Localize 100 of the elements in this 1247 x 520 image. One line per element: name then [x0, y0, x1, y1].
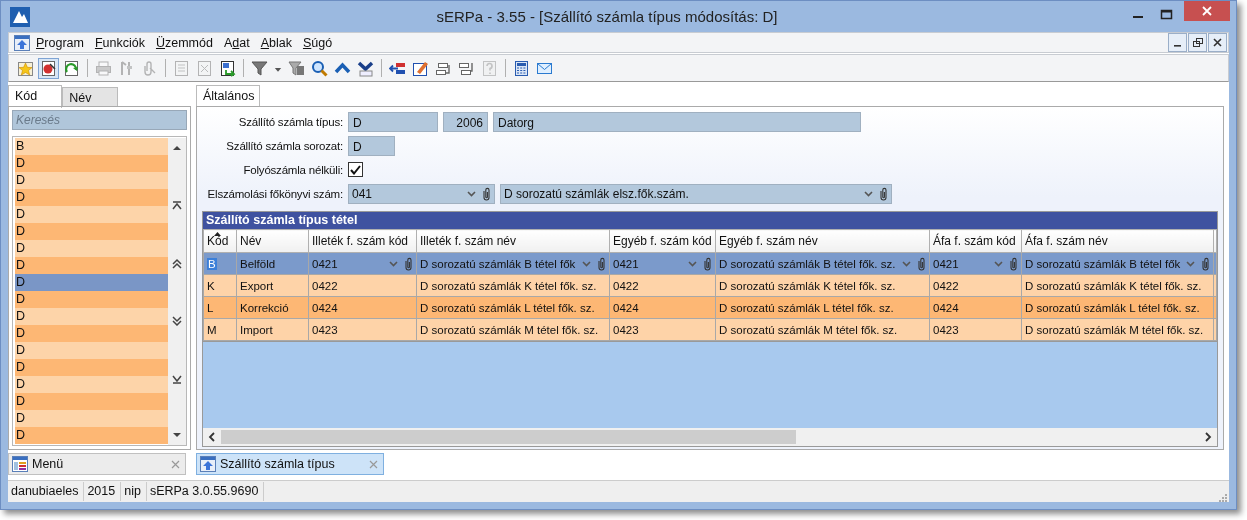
chevron-down-icon[interactable]: [864, 190, 873, 197]
document-tab[interactable]: Menü: [8, 453, 186, 475]
status-text: sERPa 3.0.55.9690: [146, 482, 265, 501]
menu-item[interactable]: Súgó: [302, 35, 333, 50]
calculator-icon[interactable]: [513, 59, 530, 77]
column-header[interactable]: Illeték f. szám név: [416, 229, 610, 253]
list-item[interactable]: D: [15, 342, 168, 359]
paperclip-icon[interactable]: [481, 186, 491, 201]
input-field[interactable]: Datorg: [493, 111, 861, 132]
edit-icon[interactable]: [412, 59, 429, 77]
funnel-icon[interactable]: [251, 59, 268, 77]
table-cell: D sorozatú számlák M tétel fők. sz.: [715, 318, 930, 341]
cell-editor[interactable]: B: [207, 257, 217, 270]
funnel-icon[interactable]: [288, 59, 305, 77]
column-header[interactable]: Egyéb f. szám kód: [609, 229, 716, 253]
input-field[interactable]: D: [348, 111, 438, 132]
list-item[interactable]: D: [15, 291, 168, 308]
list-item[interactable]: D: [15, 410, 168, 427]
close-icon[interactable]: [1208, 33, 1227, 52]
column-header[interactable]: Áfa f. szám kód: [929, 229, 1022, 253]
table-cell: D sorozatú számlák L tétel fők. sz.: [416, 296, 610, 319]
table-cell: Export: [236, 274, 309, 297]
close-button[interactable]: [1184, 1, 1230, 21]
table-cell: Belföld: [236, 252, 309, 275]
menu-window-icon: [12, 456, 28, 472]
search-field[interactable]: Keresés: [12, 110, 187, 130]
menu-item[interactable]: Ablak: [260, 35, 292, 50]
paperclip-icon[interactable]: [702, 256, 712, 271]
list-item[interactable]: D: [15, 223, 168, 240]
minimize-icon[interactable]: [1168, 33, 1187, 52]
document-tab[interactable]: Szállító számla típus: [196, 453, 384, 475]
refresh-icon[interactable]: [63, 59, 80, 77]
tab[interactable]: Kód: [8, 85, 63, 108]
column-header[interactable]: Név: [236, 229, 309, 253]
chevron-down-icon[interactable]: [467, 190, 476, 197]
field-value: D sorozatú számlák elsz.fők.szám.: [504, 186, 690, 201]
column-header[interactable]: Egyéb f. szám név: [715, 229, 930, 253]
scroll-top-icon[interactable]: [171, 199, 183, 212]
list-item[interactable]: D: [15, 308, 168, 325]
column-header[interactable]: Kód: [203, 229, 237, 253]
menu-item[interactable]: Program: [36, 35, 84, 50]
list-item[interactable]: B: [15, 138, 168, 155]
table-cell: D sorozatú számlák K tétel fők. sz.: [416, 274, 610, 297]
tab[interactable]: Általános: [196, 85, 261, 108]
menu-item[interactable]: Funkciók: [94, 35, 145, 50]
list-item[interactable]: D: [15, 189, 168, 206]
page-down-icon[interactable]: [171, 314, 183, 327]
list-item[interactable]: D: [15, 274, 168, 291]
tab[interactable]: Név: [62, 87, 119, 106]
table-cell: K: [203, 274, 237, 297]
list-item[interactable]: D: [15, 240, 168, 257]
list-item[interactable]: D: [15, 325, 168, 342]
table-cell: 0423: [609, 318, 716, 341]
cell-value: D sorozatú számlák B tétel fők: [420, 257, 577, 270]
cell-value: 0421: [312, 257, 339, 270]
document-icon[interactable]: [40, 59, 57, 77]
paperclip-icon[interactable]: [403, 256, 413, 271]
checkbox[interactable]: [348, 162, 363, 177]
list-item[interactable]: D: [15, 257, 168, 274]
cell-value: 0421: [933, 257, 960, 270]
list-item[interactable]: D: [15, 427, 168, 444]
table-cell: D sorozatú számlák K tétel fők. sz.: [715, 274, 930, 297]
input-field[interactable]: D: [348, 135, 395, 156]
sort-arrow-icon[interactable]: [214, 232, 221, 236]
paperclip-icon[interactable]: [596, 256, 606, 271]
menu-item[interactable]: Üzemmód: [155, 35, 213, 50]
search-icon[interactable]: [311, 59, 328, 77]
dropdown-field[interactable]: D sorozatú számlák elsz.fők.szám.: [500, 183, 892, 204]
paperclip-icon[interactable]: [1008, 256, 1018, 271]
cell-value: D sorozatú számlák B tétel fők. sz.: [719, 257, 897, 270]
list-item[interactable]: D: [15, 393, 168, 410]
restore-icon[interactable]: [1188, 33, 1207, 52]
close-icon: [1201, 5, 1213, 17]
list-item[interactable]: D: [15, 172, 168, 189]
table-cell: 0422: [308, 274, 417, 297]
table-cell: Import: [236, 318, 309, 341]
list-item[interactable]: D: [15, 155, 168, 172]
paperclip-icon[interactable]: [878, 186, 888, 201]
table-cell: M: [203, 318, 237, 341]
window-title: sERPa - 3.55 - [Szállító számla típus módosítás: D]: [435, 8, 779, 25]
table-cell: 0424: [308, 296, 417, 319]
paperclip-icon[interactable]: [916, 256, 926, 271]
dropdown-field[interactable]: 041: [348, 183, 495, 204]
page-up-icon[interactable]: [171, 256, 183, 269]
list-item[interactable]: D: [15, 359, 168, 376]
column-header[interactable]: Áfa f. szám név: [1021, 229, 1214, 253]
chevron-down-icon[interactable]: [357, 59, 374, 77]
resize-grip-icon[interactable]: [1217, 492, 1227, 502]
menu-item[interactable]: Adat: [223, 35, 250, 50]
paperclip-icon[interactable]: [1200, 256, 1210, 271]
app-logo-icon: [10, 6, 30, 27]
column-header[interactable]: Illeték f. szám kód: [308, 229, 417, 253]
list-item[interactable]: D: [15, 376, 168, 393]
input-field[interactable]: 2006: [443, 111, 488, 132]
star-icon[interactable]: [17, 59, 34, 77]
document-icon[interactable]: [219, 59, 236, 77]
field-label: Szállító számla típus:: [237, 115, 343, 128]
scrollbar-thumb[interactable]: [221, 430, 796, 444]
list-item[interactable]: D: [15, 206, 168, 223]
checkmark-icon: [350, 164, 361, 175]
